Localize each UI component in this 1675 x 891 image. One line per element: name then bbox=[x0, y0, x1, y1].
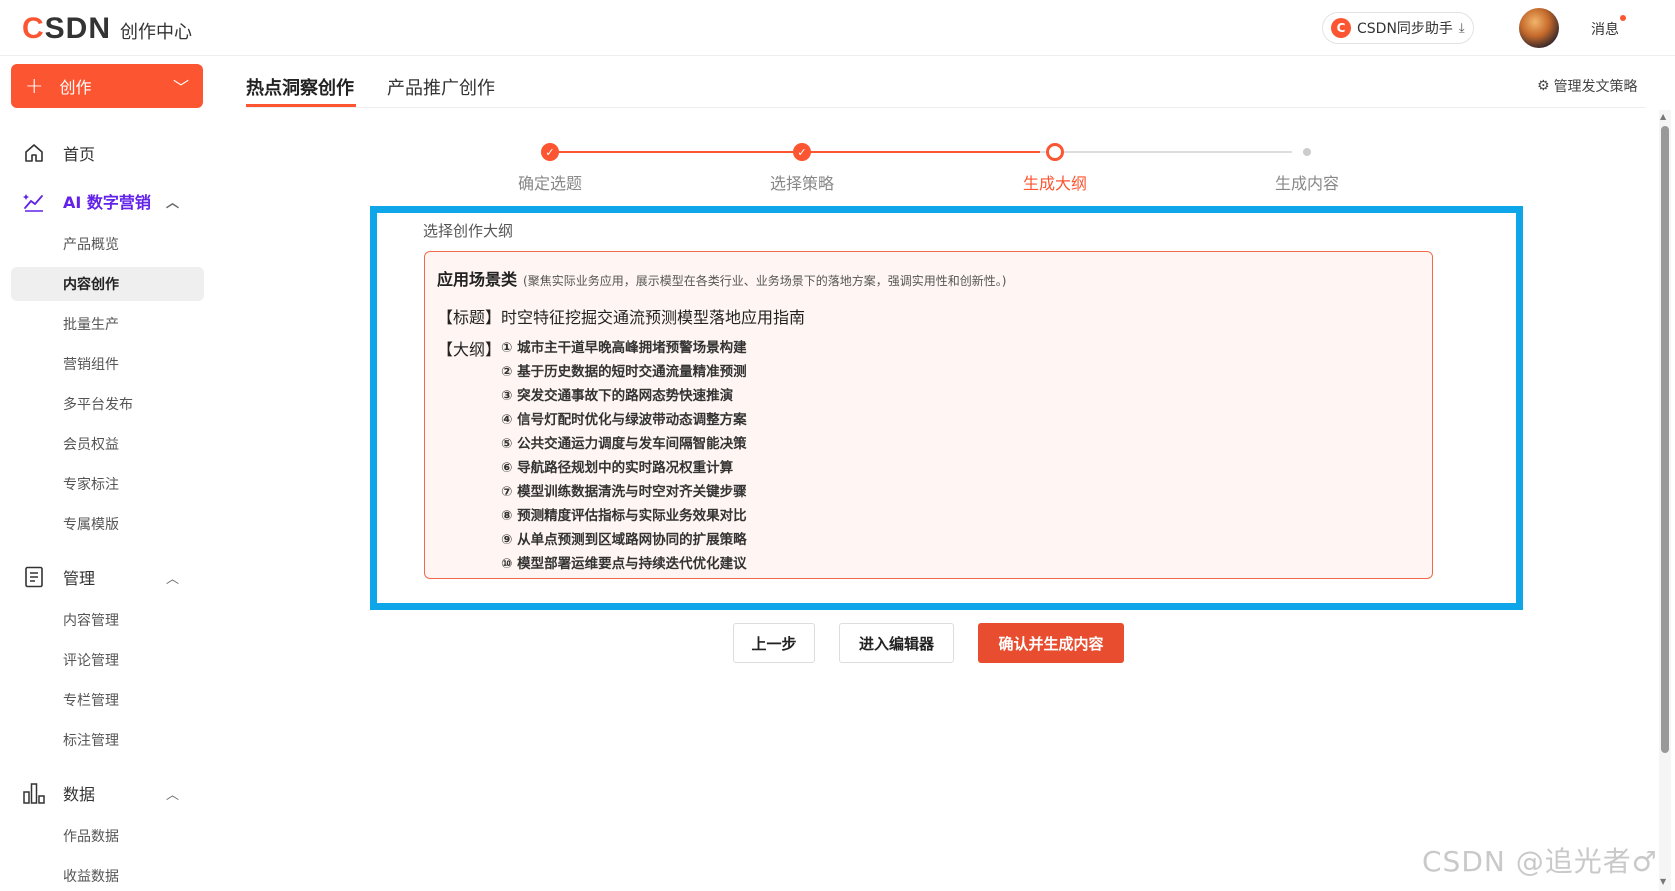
outline-item: ⑩ 模型部署运维要点与持续迭代优化建议 bbox=[501, 556, 747, 572]
progress-stepper: ✓ ✓ 确定选题 选择策略 生成大纲 生成内容 bbox=[470, 140, 1370, 193]
section-title: 选择创作大纲 bbox=[423, 222, 514, 240]
sidebar-item-comment-manage[interactable]: 评论管理 bbox=[0, 640, 215, 680]
sidebar-group-ai-marketing[interactable]: AI 数字营销 ︿ bbox=[0, 178, 215, 224]
sidebar-item-works-data[interactable]: 作品数据 bbox=[0, 816, 215, 856]
watermark: CSDN @追光者♂ bbox=[1422, 845, 1658, 878]
trend-sparkle-icon bbox=[22, 189, 46, 213]
unread-dot bbox=[1620, 15, 1626, 21]
confirm-generate-button[interactable]: 确认并生成内容 bbox=[978, 623, 1124, 663]
csdn-logo[interactable]: CSDN bbox=[22, 12, 111, 46]
create-label: 创作 bbox=[59, 78, 92, 97]
step-label: 确定选题 bbox=[517, 174, 582, 193]
sidebar-item-product-overview[interactable]: 产品概览 bbox=[0, 224, 215, 264]
active-tab-indicator bbox=[246, 104, 356, 107]
chevron-up-icon[interactable]: ︿ bbox=[166, 568, 179, 587]
step-current-dot bbox=[1046, 143, 1064, 161]
avatar[interactable] bbox=[1519, 8, 1559, 48]
outline-category-desc: (聚焦实际业务应用，展示模型在各类行业、业务场景下的落地方案，强调实用性和创新性… bbox=[523, 274, 1007, 288]
outline-title: 【标题】时空特征挖掘交通流预测模型落地应用指南 bbox=[437, 308, 806, 327]
creation-tabs: 热点洞察创作 产品推广创作 bbox=[246, 60, 1646, 108]
outline-category: 应用场景类 bbox=[437, 270, 518, 289]
prev-step-button[interactable]: 上一步 bbox=[733, 623, 815, 663]
center-title: 创作中心 bbox=[120, 22, 192, 43]
step-line-todo bbox=[1040, 151, 1292, 153]
scrollbar-thumb[interactable] bbox=[1661, 126, 1669, 753]
sidebar-item-member-benefits[interactable]: 会员权益 bbox=[0, 424, 215, 464]
sidebar-item-annotation-manage[interactable]: 标注管理 bbox=[0, 720, 215, 760]
step-pending-dot bbox=[1303, 148, 1311, 156]
bar-chart-icon bbox=[22, 781, 46, 805]
tab-hotspot-insight[interactable]: 热点洞察创作 bbox=[246, 74, 354, 100]
outline-item: ① 城市主干道早晚高峰拥堵预警场景构建 bbox=[501, 340, 747, 356]
sidebar-group-manage[interactable]: 管理 ︿ bbox=[0, 554, 215, 600]
outline-item: ⑦ 模型训练数据清洗与时空对齐关键步骤 bbox=[501, 484, 747, 500]
outline-item: ⑨ 从单点预测到区域路网协同的扩展策略 bbox=[501, 532, 747, 548]
outline-item: ④ 信号灯配时优化与绿波带动态调整方案 bbox=[501, 412, 747, 428]
messages-link[interactable]: 消息 bbox=[1591, 19, 1619, 39]
outline-item: ⑤ 公共交通运力调度与发车间隔智能决策 bbox=[501, 436, 747, 452]
scroll-down-arrow-icon[interactable]: ▼ bbox=[1660, 877, 1666, 886]
step-label: 生成内容 bbox=[1274, 174, 1339, 193]
outline-item: ② 基于历史数据的短时交通流量精准预测 bbox=[501, 364, 747, 380]
open-editor-button[interactable]: 进入编辑器 bbox=[839, 623, 954, 663]
manage-strategy-label: 管理发文策略 bbox=[1553, 79, 1638, 95]
sidebar-item-multi-platform[interactable]: 多平台发布 bbox=[0, 384, 215, 424]
step-done-check-icon: ✓ bbox=[793, 143, 811, 161]
sidebar-item-content-creation[interactable]: 内容创作 bbox=[11, 267, 204, 301]
gear-icon: ⚙ bbox=[1537, 78, 1550, 94]
sidebar-group-label: 数据 bbox=[63, 785, 96, 804]
sync-assistant-label: CSDN同步助手 bbox=[1357, 21, 1453, 37]
sidebar-item-marketing-components[interactable]: 营销组件 bbox=[0, 344, 215, 384]
sidebar-item-batch-production[interactable]: 批量生产 bbox=[0, 304, 215, 344]
chevron-up-icon[interactable]: ︿ bbox=[166, 192, 179, 211]
sidebar-group-label: 管理 bbox=[63, 569, 96, 588]
sidebar-item-content-manage[interactable]: 内容管理 bbox=[0, 600, 215, 640]
plus-icon: + bbox=[25, 73, 44, 99]
sync-assistant-button[interactable]: C CSDN同步助手 ⤓ bbox=[1322, 12, 1474, 44]
top-header: CSDN 创作中心 C CSDN同步助手 ⤓ 消息 bbox=[0, 0, 1675, 56]
sidebar-item-home[interactable]: 首页 bbox=[0, 130, 215, 176]
home-icon bbox=[22, 141, 46, 165]
sidebar-item-earnings-data[interactable]: 收益数据 bbox=[0, 856, 215, 891]
manage-strategy-link[interactable]: ⚙ 管理发文策略 bbox=[1537, 76, 1638, 96]
outline-label: 【大纲】 bbox=[437, 340, 502, 359]
sidebar-group-label: AI 数字营销 bbox=[63, 193, 151, 212]
sidebar-item-label: 首页 bbox=[63, 145, 96, 164]
download-icon: ⤓ bbox=[1458, 20, 1465, 36]
outline-item: ⑥ 导航路径规划中的实时路况权重计算 bbox=[501, 460, 734, 476]
tab-product-promotion[interactable]: 产品推广创作 bbox=[387, 74, 495, 100]
chevron-up-icon[interactable]: ︿ bbox=[166, 784, 179, 803]
chevron-down-icon: ﹀ bbox=[172, 78, 189, 97]
sidebar-item-expert-annotation[interactable]: 专家标注 bbox=[0, 464, 215, 504]
step-label: 选择策略 bbox=[769, 174, 834, 193]
scroll-up-arrow-icon[interactable]: ▲ bbox=[1660, 112, 1666, 121]
outline-item: ⑧ 预测精度评估指标与实际业务效果对比 bbox=[501, 508, 747, 524]
step-done-check-icon: ✓ bbox=[541, 143, 559, 161]
sidebar-item-exclusive-templates[interactable]: 专属模版 bbox=[0, 504, 215, 544]
document-icon bbox=[22, 565, 46, 589]
step-label-current: 生成大纲 bbox=[1022, 174, 1087, 193]
outline-option-card[interactable]: 应用场景类 (聚焦实际业务应用，展示模型在各类行业、业务场景下的落地方案，强调实… bbox=[424, 251, 1433, 579]
sidebar-group-data[interactable]: 数据 ︿ bbox=[0, 770, 215, 816]
outline-item: ③ 突发交通事故下的路网态势快速推演 bbox=[501, 388, 734, 404]
csdn-c-icon: C bbox=[1331, 18, 1351, 38]
outline-list: ① 城市主干道早晚高峰拥堵预警场景构建 ② 基于历史数据的短时交通流量精准预测 … bbox=[501, 336, 747, 576]
sidebar-item-column-manage[interactable]: 专栏管理 bbox=[0, 680, 215, 720]
sidebar-nav: 首页 AI 数字营销 ︿ 产品概览 内容创作 批量生产 营销组件 多平台发布 会… bbox=[0, 130, 215, 891]
create-button[interactable]: + 创作 ﹀ bbox=[11, 64, 203, 108]
